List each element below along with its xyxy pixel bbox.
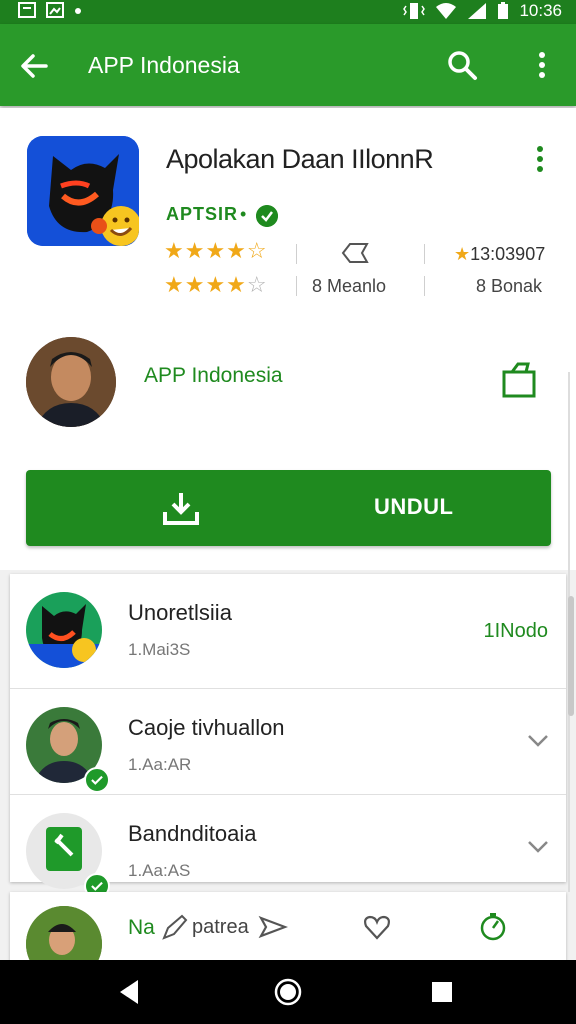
- list-item-subtitle: 1.Aa:AS: [128, 861, 191, 880]
- app-bar-title: APP Indonesia: [88, 52, 240, 78]
- list-item-subtitle: 1.Aa:AR: [128, 755, 192, 774]
- search-icon[interactable]: [446, 49, 478, 81]
- chevron-down-icon[interactable]: [526, 733, 550, 749]
- rating-stars-secondary: ★★★★☆: [164, 272, 268, 297]
- notification-dot-icon: [75, 8, 81, 14]
- image-icon: [46, 2, 64, 18]
- app-icon: [27, 136, 139, 246]
- app-detail-card: Apolakan Daan IIlonnR APTSIR • ★★★★☆ ★★★…: [0, 108, 576, 570]
- stat-value: ★13:03907: [454, 244, 546, 264]
- list-item[interactable]: Caoje tivhuallon 1.Aa:AR: [10, 688, 566, 793]
- signal-icon: [468, 3, 487, 19]
- heart-icon[interactable]: [362, 912, 392, 942]
- download-icon: [163, 493, 199, 525]
- wifi-icon: [436, 3, 457, 19]
- bottom-item-card[interactable]: Na patrea: [10, 892, 566, 962]
- share-icon[interactable]: [500, 362, 538, 398]
- app-thumbnail: [26, 592, 102, 668]
- battery-icon: [498, 2, 509, 19]
- install-button[interactable]: UNDUL: [26, 470, 551, 546]
- stat-divider: [424, 276, 425, 296]
- status-time: 10:36: [519, 1, 562, 20]
- app-name: Apolakan Daan IIlonnR: [166, 144, 434, 174]
- status-bar: 10:36: [0, 0, 576, 24]
- system-nav-bar: [0, 960, 576, 1024]
- bottom-item-title: Na: [128, 916, 155, 939]
- stat-downloads: 8 Meanlo: [312, 276, 387, 296]
- scrollbar[interactable]: [568, 372, 576, 892]
- rating-stars-primary: ★★★★☆: [164, 238, 268, 263]
- list-item-title: Caoje tivhuallon: [128, 715, 285, 740]
- scrollbar-thumb[interactable]: [568, 596, 574, 716]
- stat-divider: [424, 244, 425, 264]
- more-vert-icon[interactable]: [528, 49, 556, 81]
- list-item[interactable]: Bandnditoaia 1.Aa:AS: [10, 794, 566, 899]
- screenshot-icon: [18, 2, 36, 18]
- tag-icon: [341, 243, 369, 263]
- related-list: Unoretlsiia 1.Mai3S 1INodo Caoje tivhual…: [10, 574, 566, 899]
- vibrate-icon: [403, 3, 426, 19]
- send-icon[interactable]: [258, 912, 288, 942]
- nav-back-icon[interactable]: [118, 978, 142, 1006]
- publisher-avatar: [26, 337, 116, 427]
- list-item-title: Bandnditoaia: [128, 821, 257, 846]
- installed-check-icon: [84, 767, 110, 793]
- bottom-item-label: patrea: [192, 916, 249, 938]
- app-overflow-icon[interactable]: [530, 144, 550, 174]
- nav-recents-icon[interactable]: [430, 978, 454, 1006]
- list-item-subtitle: 1.Mai3S: [128, 640, 191, 659]
- install-button-label: UNDUL: [374, 494, 454, 519]
- nav-home-icon[interactable]: [274, 978, 302, 1006]
- chevron-down-icon[interactable]: [526, 839, 550, 855]
- developer-separator: •: [240, 204, 247, 224]
- list-item[interactable]: Unoretlsiia 1.Mai3S 1INodo: [10, 574, 566, 679]
- edit-icon[interactable]: [160, 912, 190, 942]
- bottom-item-thumbnail: [26, 906, 102, 962]
- publisher-name[interactable]: APP Indonesia: [144, 364, 283, 388]
- list-item-title: Unoretlsiia: [128, 600, 232, 625]
- developer-name[interactable]: APTSIR: [166, 204, 238, 225]
- back-arrow-icon[interactable]: [18, 50, 50, 82]
- stat-divider: [296, 276, 297, 296]
- stat-divider: [296, 244, 297, 264]
- app-bar: APP Indonesia: [0, 24, 576, 106]
- timer-icon[interactable]: [478, 912, 508, 942]
- list-item-action[interactable]: 1INodo: [484, 620, 549, 643]
- stat-count: 8 Bonak: [476, 276, 543, 296]
- verified-badge-icon: [256, 205, 278, 227]
